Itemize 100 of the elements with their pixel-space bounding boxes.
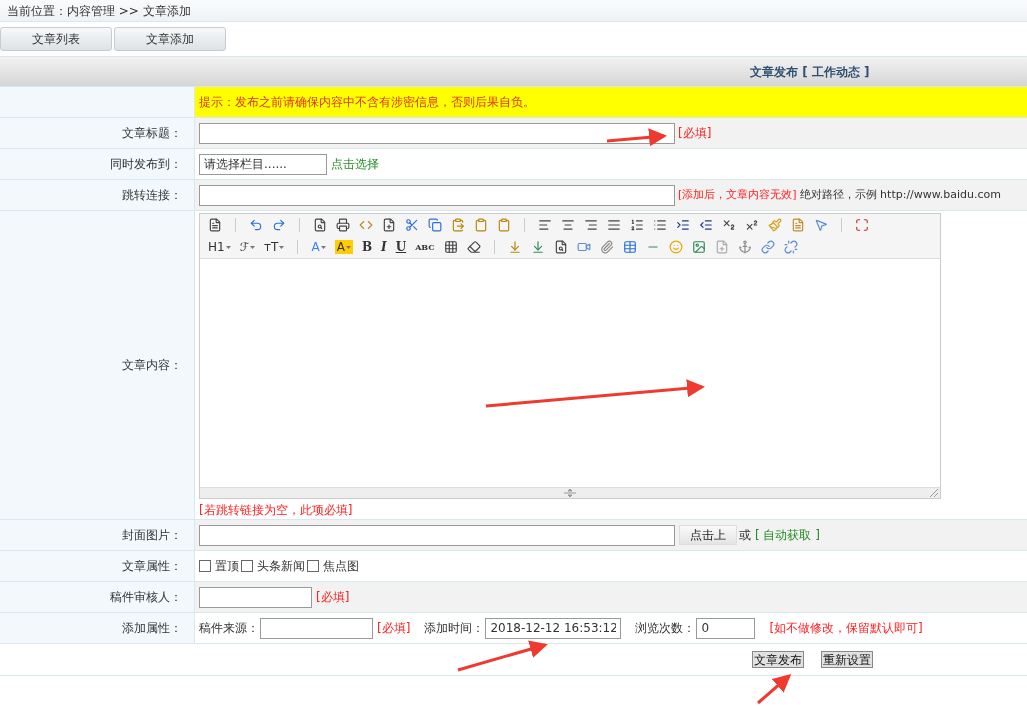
view-count-input[interactable]: 0 xyxy=(696,617,756,639)
paste-text-icon[interactable] xyxy=(474,218,488,232)
checkbox-label: 焦点图 xyxy=(323,558,359,575)
toolbar-button[interactable]: A xyxy=(334,240,353,254)
field-label: 添加时间： xyxy=(424,620,485,637)
insert-row-icon[interactable] xyxy=(507,240,522,254)
arrow-annotation xyxy=(757,674,792,705)
table-lines-icon[interactable] xyxy=(443,240,458,254)
required-note: [必填] xyxy=(316,589,350,606)
toolbar-button[interactable]: ABC xyxy=(415,243,435,251)
rich-text-editor[interactable]: H1 ℱ ᴛT A A B I U ABC xyxy=(199,213,941,499)
numbered-list-icon[interactable] xyxy=(630,218,644,232)
subscript-icon[interactable] xyxy=(722,218,736,232)
warning-note: [添加后，文章内容无效] xyxy=(678,186,797,203)
brush-icon[interactable] xyxy=(768,218,782,232)
required-note: [必填] xyxy=(377,620,411,637)
caret-icon xyxy=(225,245,231,249)
or-text: 或 xyxy=(739,527,751,544)
indent-icon[interactable] xyxy=(676,218,690,232)
table-icon[interactable] xyxy=(622,240,637,254)
redo-icon[interactable] xyxy=(272,218,286,232)
video-icon[interactable] xyxy=(576,240,591,254)
toolbar-button[interactable]: H1 xyxy=(208,241,231,253)
bullet-list-icon[interactable] xyxy=(653,218,667,232)
insert-rows-icon[interactable] xyxy=(530,240,545,254)
unlink-icon[interactable] xyxy=(783,240,798,254)
toolbar-button[interactable]: U xyxy=(395,241,407,253)
link-icon[interactable] xyxy=(760,240,775,254)
cut-icon[interactable] xyxy=(405,218,419,232)
caret-icon xyxy=(345,245,351,249)
align-right-icon[interactable] xyxy=(584,218,598,232)
paste-word-icon[interactable] xyxy=(497,218,511,232)
form-button[interactable]: 重新设置 xyxy=(821,651,873,668)
checkbox[interactable] xyxy=(307,560,319,572)
title-input[interactable] xyxy=(199,122,675,144)
category-select-field[interactable]: 请选择栏目...... xyxy=(199,153,327,175)
warning-notice: 提示：发布之前请确保内容中不含有涉密信息，否则后果自负。 xyxy=(199,94,535,111)
outdent-icon[interactable] xyxy=(699,218,713,232)
cover-image-input[interactable] xyxy=(199,524,675,546)
caret-icon xyxy=(279,245,285,249)
field-label: 文章标题： xyxy=(122,125,182,142)
checkbox-label: 置顶 xyxy=(215,558,239,575)
redirect-url-input[interactable] xyxy=(199,184,675,206)
align-center-icon[interactable] xyxy=(561,218,575,232)
field-label: 文章属性： xyxy=(122,558,182,575)
undo-icon[interactable] xyxy=(249,218,263,232)
page-break-icon[interactable] xyxy=(714,240,729,254)
field-label: 浏览次数： xyxy=(635,620,696,637)
maximize-icon[interactable] xyxy=(855,218,869,232)
preview-icon[interactable] xyxy=(313,218,327,232)
form-button[interactable]: 文章发布 xyxy=(752,651,804,668)
print-icon[interactable] xyxy=(336,218,350,232)
justify-icon[interactable] xyxy=(607,218,621,232)
toolbar-button[interactable]: I xyxy=(381,241,387,253)
image-icon[interactable] xyxy=(691,240,706,254)
anchor-icon[interactable] xyxy=(737,240,752,254)
source-icon[interactable] xyxy=(208,218,222,232)
paste-icon[interactable] xyxy=(451,218,465,232)
toolbar-button[interactable]: B xyxy=(361,241,373,253)
tab-button[interactable]: 文章添加 xyxy=(114,27,226,51)
format-icon[interactable] xyxy=(791,218,805,232)
required-note: [必填] xyxy=(678,125,712,142)
align-left-icon[interactable] xyxy=(538,218,552,232)
auto-fetch-link[interactable]: [ 自动获取 ] xyxy=(755,526,820,544)
caret-icon xyxy=(250,245,256,249)
field-label: 稿件审核人： xyxy=(110,589,182,606)
checkbox-label: 头条新闻 xyxy=(257,558,305,575)
template-icon[interactable] xyxy=(359,218,373,232)
upload-button[interactable]: 点击上 xyxy=(679,525,737,545)
breadcrumb: 当前位置：内容管理 >> 文章添加 xyxy=(7,2,191,20)
url-hint: 绝对路径，示例 http://www.baidu.com xyxy=(799,186,1001,203)
field-label: 添加属性： xyxy=(122,620,182,637)
checkbox[interactable] xyxy=(241,560,253,572)
field-label: 跳转连接： xyxy=(122,187,182,204)
copy-icon[interactable] xyxy=(428,218,442,232)
document-icon[interactable] xyxy=(553,240,568,254)
page-icon[interactable] xyxy=(382,218,396,232)
default-note: [如不做修改，保留默认即可] xyxy=(769,620,923,637)
toolbar-button[interactable]: ℱ xyxy=(239,241,256,253)
smiley-icon[interactable] xyxy=(668,240,683,254)
required-note: [若跳转链接为空，此项必填] xyxy=(199,502,354,519)
select-link[interactable]: 点击选择 xyxy=(331,155,379,173)
date-time-input[interactable]: 2018-12-12 16:53:12 xyxy=(485,617,622,639)
field-label: 同时发布到： xyxy=(110,156,182,173)
source-input[interactable] xyxy=(260,617,373,639)
superscript-icon[interactable] xyxy=(745,218,759,232)
reviewer-input[interactable] xyxy=(199,586,312,608)
resize-grip-icon[interactable] xyxy=(930,489,938,497)
field-label: 稿件来源： xyxy=(199,620,259,637)
section-header: 文章发布 [ 工作动态 ] xyxy=(0,57,1027,87)
checkbox[interactable] xyxy=(199,560,211,572)
paperclip-icon[interactable] xyxy=(599,240,614,254)
toolbar-button[interactable]: ᴛT xyxy=(264,241,285,253)
field-label: 封面图片： xyxy=(122,527,182,544)
eraser-icon[interactable] xyxy=(466,240,481,254)
tab-button[interactable]: 文章列表 xyxy=(0,27,112,51)
pointer-icon[interactable] xyxy=(814,218,828,232)
resize-handle-icon[interactable] xyxy=(564,489,576,497)
caret-icon xyxy=(320,245,326,249)
arrow-annotation xyxy=(606,128,667,147)
